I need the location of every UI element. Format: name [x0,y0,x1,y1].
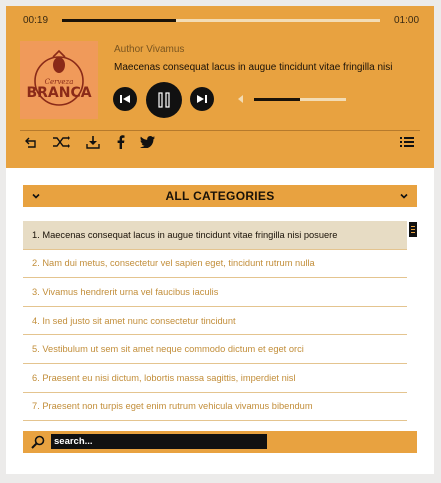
pause-icon [158,92,170,108]
prev-icon [120,95,130,103]
search-bar [23,431,417,453]
download-button[interactable] [84,134,102,150]
playlist: 1. Maecenas consequat lacus in augue tin… [23,221,407,422]
track-author: Author Vivamus [114,44,185,55]
toolbar-divider [20,130,420,131]
volume-slider[interactable] [254,98,346,101]
playlist-item[interactable]: 7. Praesent non turpis eget enim rutrum … [23,393,407,422]
playlist-item[interactable]: 5. Vestibulum ut sem sit amet neque comm… [23,335,407,364]
duration: 01:00 [394,15,420,26]
pause-button[interactable] [146,82,182,118]
album-cover: Cerveza BRANCA [20,41,98,119]
undo-icon [25,137,36,148]
playlist-item[interactable]: 4. In sed justo sit amet nunc consectetu… [23,307,407,336]
next-button[interactable] [190,87,214,111]
search-icon [31,435,45,449]
cover-brand-text: BRANCA [26,85,91,101]
shuffle-icon [53,136,70,148]
progress-bar[interactable] [62,19,380,22]
search-input[interactable] [51,434,267,449]
next-icon [197,95,207,103]
twitter-icon [139,136,155,148]
playlist-icon [400,137,414,147]
categories-title: ALL CATEGORIES [165,189,275,203]
previous-button[interactable] [113,87,137,111]
chevron-down-icon [400,193,408,199]
player-panel: 00:19 01:00 Cerveza BRANCA Author Vivamu… [6,6,434,168]
facebook-share-button[interactable] [112,134,130,150]
playlist-item[interactable]: 1. Maecenas consequat lacus in augue tin… [23,221,407,250]
download-icon [86,136,100,149]
volume-fill [254,98,300,101]
shuffle-button[interactable] [52,134,70,150]
playlist-scrollbar[interactable] [409,222,417,237]
playlist-item[interactable]: 3. Vivamus hendrerit urna vel faucibus i… [23,278,407,307]
categories-dropdown[interactable]: ALL CATEGORIES [23,185,417,207]
twitter-share-button[interactable] [138,134,156,150]
facebook-icon [117,135,125,149]
volume-icon[interactable] [236,94,244,104]
undo-button[interactable] [23,134,41,150]
current-time: 00:19 [23,15,49,26]
progress-fill [62,19,177,22]
playlist-toggle-button[interactable] [398,134,416,150]
track-title: Maecenas consequat lacus in augue tincid… [114,62,393,73]
playlist-item[interactable]: 2. Nam dui metus, consectetur vel sapien… [23,250,407,279]
music-player-widget: 00:19 01:00 Cerveza BRANCA Author Vivamu… [6,6,434,474]
playlist-item[interactable]: 6. Praesent eu nisi dictum, lobortis mas… [23,364,407,393]
